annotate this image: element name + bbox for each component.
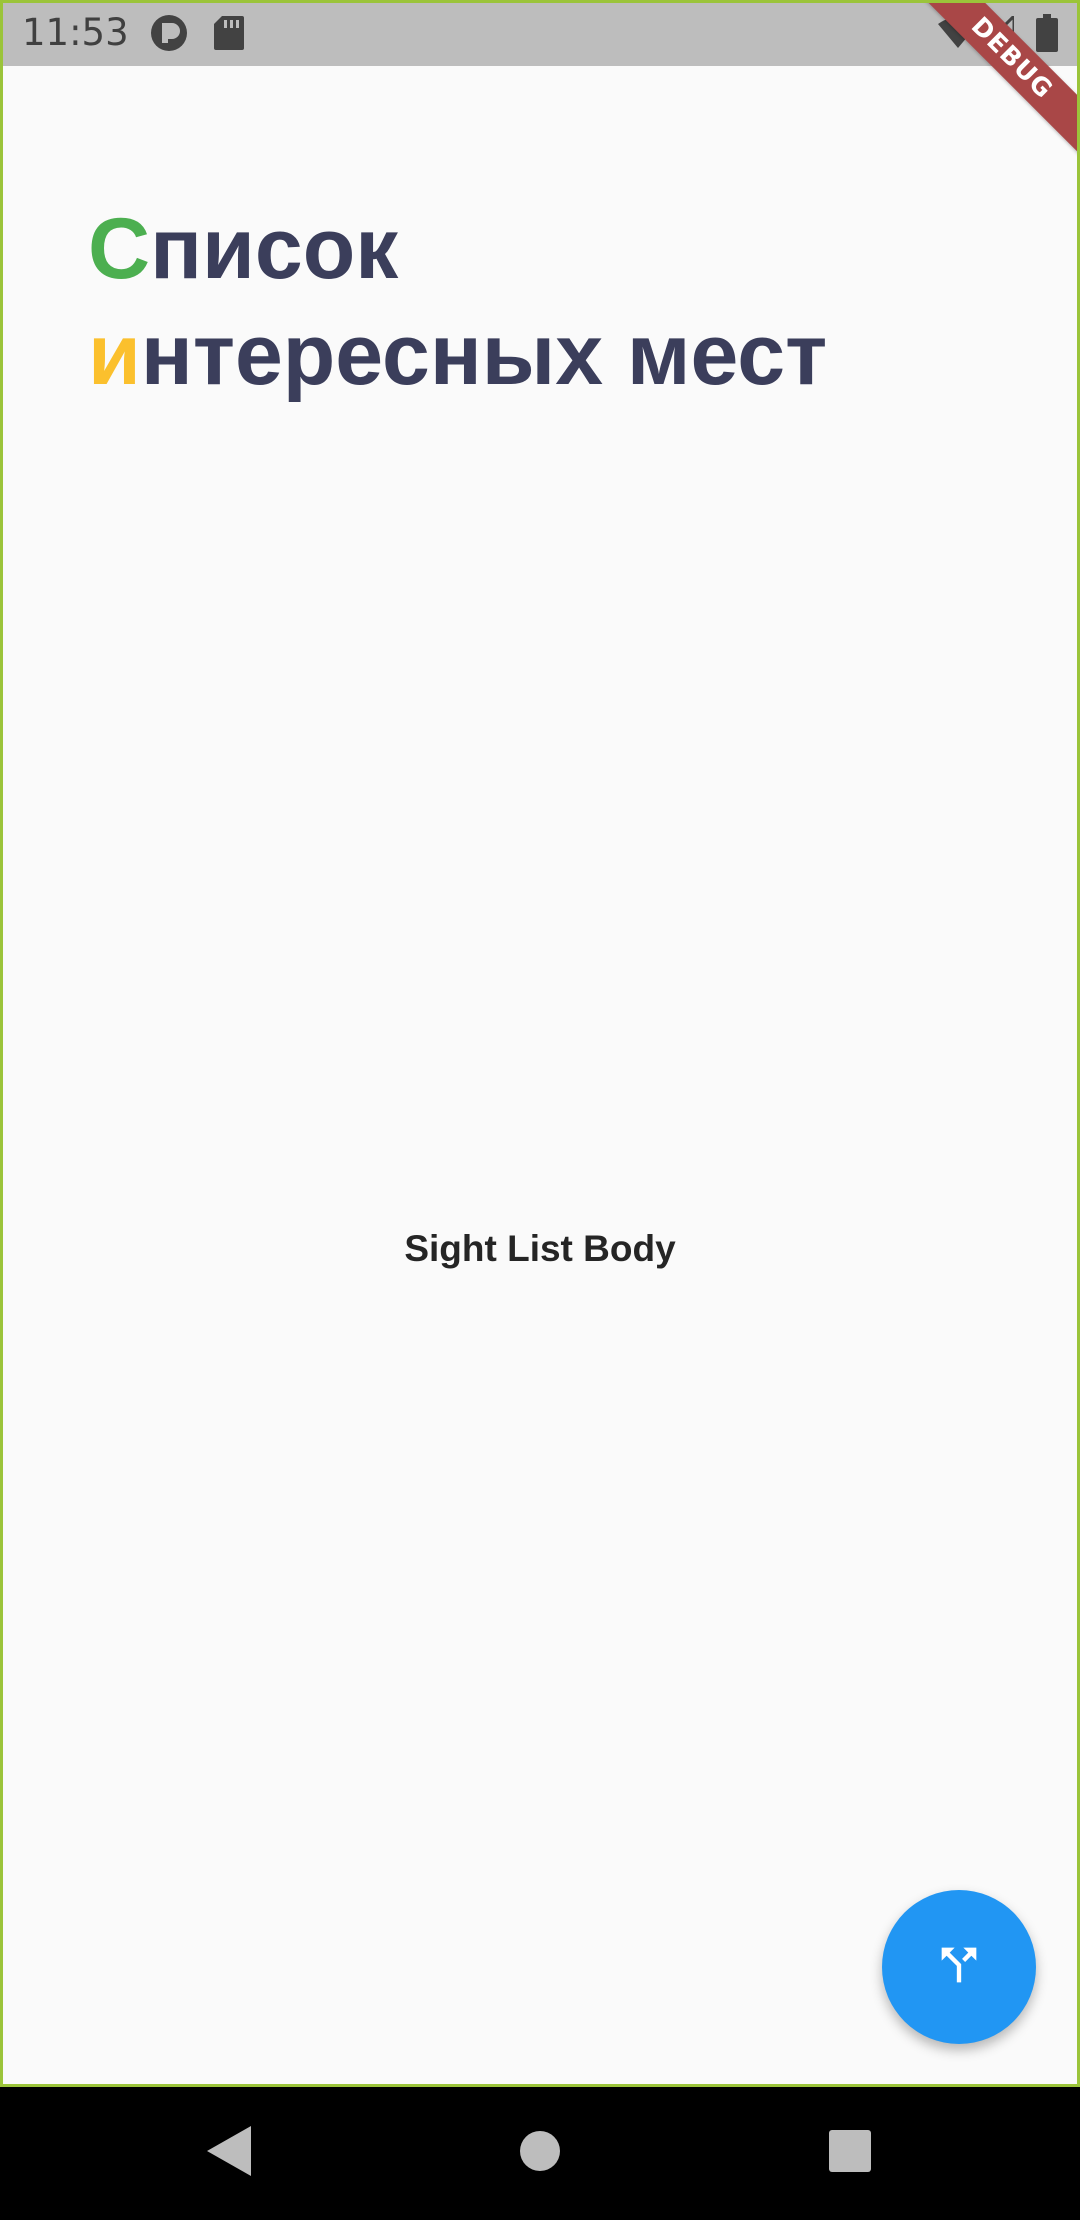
title-first-letter-green: С xyxy=(88,201,151,297)
title-line-1: Список xyxy=(88,196,827,302)
recents-button[interactable] xyxy=(812,2115,888,2191)
status-bar: 11:53 xyxy=(0,0,1080,66)
back-icon xyxy=(207,2125,253,2181)
status-time: 11:53 xyxy=(22,11,129,54)
title-line-2-rest: нтересных мест xyxy=(140,307,828,403)
home-button[interactable] xyxy=(502,2115,578,2191)
battery-icon xyxy=(1036,14,1058,57)
title-first-letter-yellow: и xyxy=(88,307,141,403)
screen: 11:53 DEBUG Список интересных мест Sight… xyxy=(0,0,1080,2220)
sight-list-body: Sight List Body xyxy=(404,1228,676,1269)
sd-card-icon xyxy=(214,16,244,55)
page-title: Список интересных мест xyxy=(88,196,827,408)
recents-icon xyxy=(829,2129,871,2177)
navigation-bar xyxy=(0,2087,1080,2220)
title-line-1-rest: писок xyxy=(150,201,399,297)
floating-action-button[interactable] xyxy=(882,1890,1036,2044)
app-notification-icon xyxy=(150,14,188,57)
back-button[interactable] xyxy=(192,2115,268,2191)
home-icon xyxy=(519,2130,561,2177)
title-line-2: интересных мест xyxy=(88,302,827,408)
merge-icon xyxy=(933,1939,985,1996)
